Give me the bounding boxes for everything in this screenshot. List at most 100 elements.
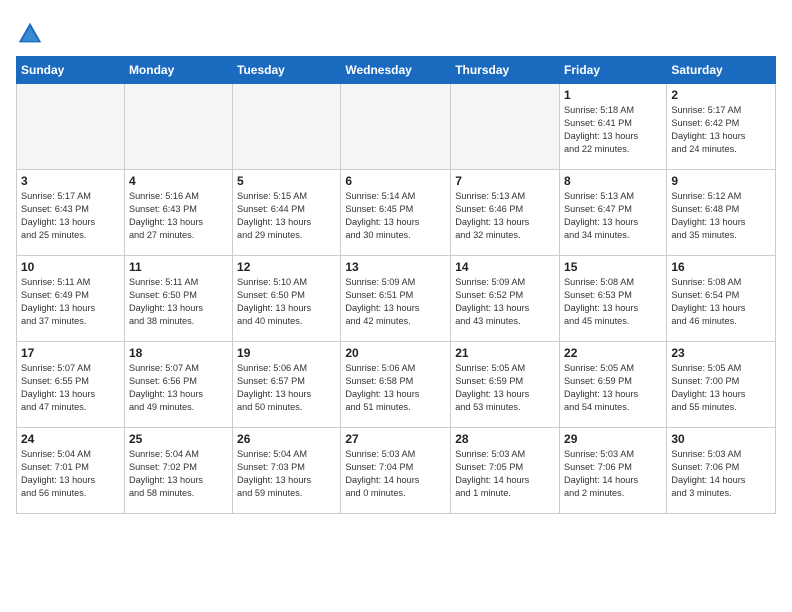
day-number: 16 [671,260,771,274]
calendar-cell: 6 Sunrise: 5:14 AMSunset: 6:45 PMDaylight… [341,170,451,256]
day-number: 24 [21,432,120,446]
calendar-cell: 2 Sunrise: 5:17 AMSunset: 6:42 PMDaylight… [667,84,776,170]
logo-icon [16,20,44,48]
calendar-cell: 21 Sunrise: 5:05 AMSunset: 6:59 PMDayligh… [451,342,560,428]
day-info: Sunrise: 5:05 AMSunset: 6:59 PMDaylight:… [455,362,555,414]
day-info: Sunrise: 5:10 AMSunset: 6:50 PMDaylight:… [237,276,336,328]
calendar-cell: 7Sunrise: 5:13 AMSunset: 6:46 PMDaylight… [451,170,560,256]
day-number: 10 [21,260,120,274]
day-info: Sunrise: 5:16 AMSunset: 6:43 PMDaylight:… [129,190,228,242]
column-header-friday: Friday [560,57,667,84]
calendar-cell: 17 Sunrise: 5:07 AMSunset: 6:55 PMDayligh… [17,342,125,428]
calendar-cell: 3 Sunrise: 5:17 AMSunset: 6:43 PMDaylight… [17,170,125,256]
calendar-cell: 19 Sunrise: 5:06 AMSunset: 6:57 PMDayligh… [233,342,341,428]
calendar-cell: 11 Sunrise: 5:11 AMSunset: 6:50 PMDayligh… [124,256,232,342]
day-info: Sunrise: 5:17 AMSunset: 6:43 PMDaylight:… [21,190,120,242]
day-number: 3 [21,174,120,188]
calendar-cell: 29Sunrise: 5:03 AMSunset: 7:06 PMDayligh… [560,428,667,514]
day-info: Sunrise: 5:14 AMSunset: 6:45 PMDaylight:… [345,190,446,242]
day-info: Sunrise: 5:06 AMSunset: 6:58 PMDaylight:… [345,362,446,414]
day-info: Sunrise: 5:15 AMSunset: 6:44 PMDaylight:… [237,190,336,242]
calendar-cell: 28 Sunrise: 5:03 AMSunset: 7:05 PMDayligh… [451,428,560,514]
day-number: 7 [455,174,555,188]
calendar-cell: 24 Sunrise: 5:04 AMSunset: 7:01 PMDayligh… [17,428,125,514]
day-info: Sunrise: 5:17 AMSunset: 6:42 PMDaylight:… [671,104,771,156]
calendar-cell: 25Sunrise: 5:04 AMSunset: 7:02 PMDayligh… [124,428,232,514]
page-header [16,16,776,48]
day-number: 19 [237,346,336,360]
day-info: Sunrise: 5:12 AMSunset: 6:48 PMDaylight:… [671,190,771,242]
calendar-header-row: SundayMondayTuesdayWednesdayThursdayFrid… [17,57,776,84]
calendar-cell: 20 Sunrise: 5:06 AMSunset: 6:58 PMDayligh… [341,342,451,428]
calendar-cell [124,84,232,170]
calendar-cell [451,84,560,170]
day-number: 12 [237,260,336,274]
day-info: Sunrise: 5:07 AMSunset: 6:56 PMDaylight:… [129,362,228,414]
day-number: 9 [671,174,771,188]
day-info: Sunrise: 5:07 AMSunset: 6:55 PMDaylight:… [21,362,120,414]
day-info: Sunrise: 5:11 AMSunset: 6:49 PMDaylight:… [21,276,120,328]
day-number: 11 [129,260,228,274]
week-row-3: 10 Sunrise: 5:11 AMSunset: 6:49 PMDayligh… [17,256,776,342]
day-info: Sunrise: 5:18 AMSunset: 6:41 PMDaylight:… [564,104,662,156]
column-header-saturday: Saturday [667,57,776,84]
day-info: Sunrise: 5:03 AMSunset: 7:04 PMDaylight:… [345,448,446,500]
day-number: 23 [671,346,771,360]
column-header-monday: Monday [124,57,232,84]
calendar-cell: 18 Sunrise: 5:07 AMSunset: 6:56 PMDayligh… [124,342,232,428]
column-header-sunday: Sunday [17,57,125,84]
day-number: 1 [564,88,662,102]
day-number: 6 [345,174,446,188]
day-info: Sunrise: 5:03 AMSunset: 7:06 PMDaylight:… [671,448,771,500]
column-header-wednesday: Wednesday [341,57,451,84]
calendar-cell: 4 Sunrise: 5:16 AMSunset: 6:43 PMDaylight… [124,170,232,256]
day-number: 5 [237,174,336,188]
week-row-4: 17 Sunrise: 5:07 AMSunset: 6:55 PMDayligh… [17,342,776,428]
day-info: Sunrise: 5:06 AMSunset: 6:57 PMDaylight:… [237,362,336,414]
calendar-cell: 12 Sunrise: 5:10 AMSunset: 6:50 PMDayligh… [233,256,341,342]
calendar-cell: 30 Sunrise: 5:03 AMSunset: 7:06 PMDayligh… [667,428,776,514]
calendar-cell: 15 Sunrise: 5:08 AMSunset: 6:53 PMDayligh… [560,256,667,342]
day-number: 22 [564,346,662,360]
week-row-2: 3 Sunrise: 5:17 AMSunset: 6:43 PMDaylight… [17,170,776,256]
column-header-tuesday: Tuesday [233,57,341,84]
day-number: 18 [129,346,228,360]
calendar-cell: 26 Sunrise: 5:04 AMSunset: 7:03 PMDayligh… [233,428,341,514]
day-number: 4 [129,174,228,188]
day-info: Sunrise: 5:05 AMSunset: 7:00 PMDaylight:… [671,362,771,414]
day-number: 29 [564,432,662,446]
calendar-cell [17,84,125,170]
calendar-cell: 16Sunrise: 5:08 AMSunset: 6:54 PMDayligh… [667,256,776,342]
day-info: Sunrise: 5:11 AMSunset: 6:50 PMDaylight:… [129,276,228,328]
calendar-cell: 13Sunrise: 5:09 AMSunset: 6:51 PMDayligh… [341,256,451,342]
calendar-cell: 23 Sunrise: 5:05 AMSunset: 7:00 PMDayligh… [667,342,776,428]
day-info: Sunrise: 5:04 AMSunset: 7:02 PMDaylight:… [129,448,228,500]
calendar-cell: 27Sunrise: 5:03 AMSunset: 7:04 PMDayligh… [341,428,451,514]
day-number: 28 [455,432,555,446]
day-info: Sunrise: 5:08 AMSunset: 6:53 PMDaylight:… [564,276,662,328]
calendar-cell: 1 Sunrise: 5:18 AMSunset: 6:41 PMDaylight… [560,84,667,170]
day-number: 30 [671,432,771,446]
day-number: 20 [345,346,446,360]
day-number: 2 [671,88,771,102]
day-info: Sunrise: 5:09 AMSunset: 6:51 PMDaylight:… [345,276,446,328]
day-info: Sunrise: 5:04 AMSunset: 7:03 PMDaylight:… [237,448,336,500]
day-number: 26 [237,432,336,446]
day-number: 8 [564,174,662,188]
calendar-cell: 9 Sunrise: 5:12 AMSunset: 6:48 PMDaylight… [667,170,776,256]
week-row-1: 1 Sunrise: 5:18 AMSunset: 6:41 PMDaylight… [17,84,776,170]
calendar-cell [233,84,341,170]
calendar-cell: 5 Sunrise: 5:15 AMSunset: 6:44 PMDaylight… [233,170,341,256]
day-number: 17 [21,346,120,360]
calendar-cell: 10 Sunrise: 5:11 AMSunset: 6:49 PMDayligh… [17,256,125,342]
day-number: 14 [455,260,555,274]
day-info: Sunrise: 5:04 AMSunset: 7:01 PMDaylight:… [21,448,120,500]
logo [16,20,48,48]
day-info: Sunrise: 5:03 AMSunset: 7:05 PMDaylight:… [455,448,555,500]
calendar-cell [341,84,451,170]
calendar-cell: 14Sunrise: 5:09 AMSunset: 6:52 PMDayligh… [451,256,560,342]
day-number: 21 [455,346,555,360]
day-number: 15 [564,260,662,274]
calendar-cell: 8Sunrise: 5:13 AMSunset: 6:47 PMDaylight… [560,170,667,256]
column-header-thursday: Thursday [451,57,560,84]
